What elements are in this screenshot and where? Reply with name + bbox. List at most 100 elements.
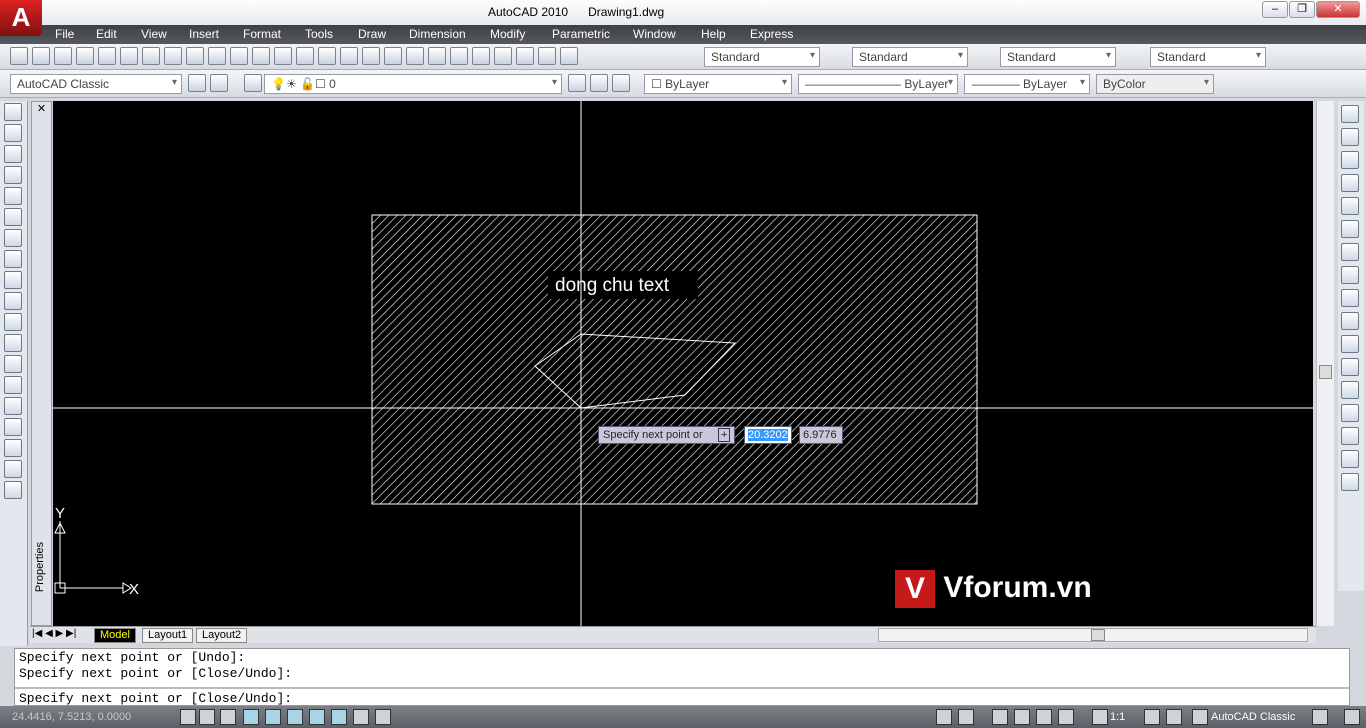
revision-cloud-icon[interactable] <box>4 250 22 268</box>
table-icon[interactable] <box>4 460 22 478</box>
3d-dwf-icon[interactable] <box>142 47 160 65</box>
erase-icon[interactable] <box>1341 105 1359 123</box>
print-icon[interactable] <box>76 47 94 65</box>
layer-previous-icon[interactable] <box>590 74 608 92</box>
scroll-thumb[interactable] <box>1319 365 1332 379</box>
linetype-select[interactable]: ———————— ByLayer <box>798 74 958 94</box>
polar-icon[interactable] <box>243 709 259 725</box>
command-window[interactable]: Specify next point or [Undo]: Specify ne… <box>14 648 1350 706</box>
workspace-status[interactable]: AutoCAD Classic <box>1211 711 1295 723</box>
menu-format[interactable]: Format <box>243 27 281 41</box>
coordinates-readout[interactable]: 24.4416, 7.5213, 0.0000 <box>12 711 131 723</box>
close-button[interactable]: ✕ <box>1316 1 1360 18</box>
steering-wheel-icon[interactable] <box>1036 709 1052 725</box>
hatch-icon[interactable] <box>4 397 22 415</box>
construction-line-icon[interactable] <box>4 124 22 142</box>
menu-help[interactable]: Help <box>701 27 726 41</box>
redo-icon[interactable] <box>318 47 336 65</box>
polygon-icon[interactable] <box>4 166 22 184</box>
extend-icon[interactable] <box>1341 335 1359 353</box>
quick-properties-icon[interactable] <box>375 709 391 725</box>
point-icon[interactable] <box>4 376 22 394</box>
spline-icon[interactable] <box>4 271 22 289</box>
rectangle-icon[interactable] <box>4 187 22 205</box>
infer-constraints-icon[interactable] <box>180 709 196 725</box>
layer-properties-icon[interactable] <box>244 74 262 92</box>
ducs-icon[interactable] <box>309 709 325 725</box>
menu-modify[interactable]: Modify <box>490 27 525 41</box>
save-icon[interactable] <box>54 47 72 65</box>
color-select[interactable]: ☐ ByLayer <box>644 74 792 94</box>
chamfer-icon[interactable] <box>1341 427 1359 445</box>
undo-icon[interactable] <box>296 47 314 65</box>
lineweight-icon[interactable] <box>353 709 369 725</box>
menu-edit[interactable]: Edit <box>96 27 117 41</box>
mirror-icon[interactable] <box>1341 151 1359 169</box>
paste-icon[interactable] <box>230 47 248 65</box>
menu-tools[interactable]: Tools <box>305 27 333 41</box>
join-icon[interactable] <box>1341 404 1359 422</box>
dynamic-input-x[interactable]: 20.3202 <box>744 426 792 444</box>
horizontal-scrollbar[interactable] <box>878 628 1308 642</box>
dynamic-options-icon[interactable]: + <box>717 428 731 442</box>
break-icon[interactable] <box>1341 381 1359 399</box>
tab-navigation[interactable]: |◀ ◀ ▶ ▶| <box>32 628 76 639</box>
pan-icon[interactable] <box>340 47 358 65</box>
restore-button[interactable]: ❐ <box>1289 1 1315 18</box>
zoom-realtime-icon[interactable] <box>362 47 380 65</box>
annotation-visibility-icon[interactable] <box>1144 709 1160 725</box>
menu-draw[interactable]: Draw <box>358 27 386 41</box>
stretch-icon[interactable] <box>1341 289 1359 307</box>
menu-file[interactable]: File <box>55 27 74 41</box>
close-icon[interactable]: ✕ <box>32 102 51 115</box>
new-icon[interactable] <box>10 47 28 65</box>
plotstyle-select[interactable]: ByColor <box>1096 74 1214 94</box>
zoom-previous-icon[interactable] <box>406 47 424 65</box>
arc-icon[interactable] <box>4 208 22 226</box>
copy-object-icon[interactable] <box>1341 128 1359 146</box>
model-icon[interactable] <box>936 709 952 725</box>
menu-dimension[interactable]: Dimension <box>409 27 466 41</box>
tool-palettes-icon[interactable] <box>472 47 490 65</box>
table-style-select[interactable]: Standard <box>1000 47 1116 67</box>
lock-icon[interactable] <box>1312 709 1328 725</box>
workspace-settings-icon[interactable] <box>188 74 206 92</box>
clean-screen-icon[interactable] <box>210 74 228 92</box>
ellipse-arc-icon[interactable] <box>4 313 22 331</box>
tab-model[interactable]: Model <box>94 628 136 643</box>
make-block-icon[interactable] <box>4 355 22 373</box>
menu-express[interactable]: Express <box>750 27 793 41</box>
multileader-style-select[interactable]: Standard <box>1150 47 1266 67</box>
command-input[interactable]: Specify next point or [Close/Undo]: <box>19 691 292 706</box>
publish-icon[interactable] <box>120 47 138 65</box>
copy-icon[interactable] <box>208 47 226 65</box>
menu-parametric[interactable]: Parametric <box>552 27 610 41</box>
workspace-switch-icon[interactable] <box>1192 709 1208 725</box>
match-properties-icon[interactable] <box>252 47 270 65</box>
pan-status-icon[interactable] <box>992 709 1008 725</box>
tab-layout2[interactable]: Layout2 <box>196 628 248 643</box>
scale-icon[interactable] <box>1341 266 1359 284</box>
snap-icon[interactable] <box>199 709 215 725</box>
offset-icon[interactable] <box>1341 174 1359 192</box>
ellipse-icon[interactable] <box>4 292 22 310</box>
design-center-icon[interactable] <box>450 47 468 65</box>
layer-select[interactable]: 💡☀ 🔓☐ 0 <box>264 74 562 94</box>
polyline-icon[interactable] <box>4 145 22 163</box>
scroll-thumb[interactable] <box>1091 629 1105 641</box>
menu-insert[interactable]: Insert <box>189 27 219 41</box>
annotation-scale[interactable]: 1:1 <box>1110 711 1125 723</box>
make-current-layer-icon[interactable] <box>568 74 586 92</box>
block-editor-icon[interactable] <box>274 47 292 65</box>
trim-icon[interactable] <box>1341 312 1359 330</box>
grid-icon[interactable] <box>220 709 236 725</box>
cut-icon[interactable] <box>186 47 204 65</box>
dyn-icon[interactable] <box>331 709 347 725</box>
sheet-set-icon[interactable] <box>164 47 182 65</box>
quickcalc-icon[interactable] <box>538 47 556 65</box>
properties-icon[interactable] <box>428 47 446 65</box>
break-at-point-icon[interactable] <box>1341 358 1359 376</box>
rotate-icon[interactable] <box>1341 243 1359 261</box>
zoom-window-icon[interactable] <box>384 47 402 65</box>
open-icon[interactable] <box>32 47 50 65</box>
